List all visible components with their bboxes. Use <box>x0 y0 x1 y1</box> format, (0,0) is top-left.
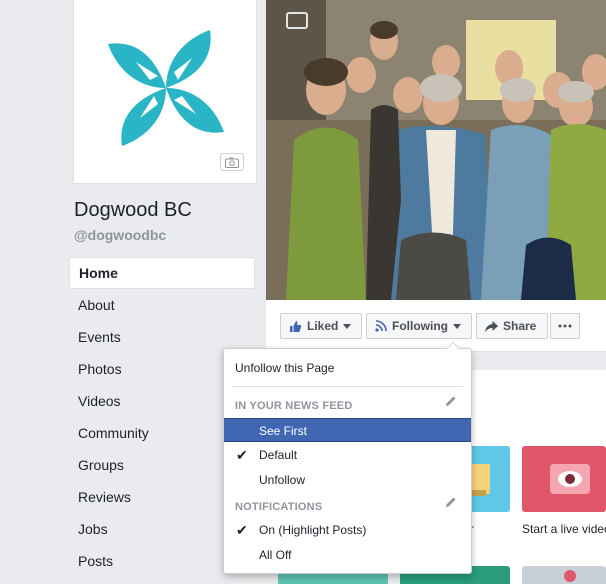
pencil-icon[interactable] <box>445 496 457 508</box>
notifications-section-header: NOTIFICATIONS <box>235 501 323 513</box>
menu-item-label: See First <box>259 424 308 438</box>
map-pin-icon <box>564 570 576 582</box>
menu-item-label: Unfollow this Page <box>235 361 335 375</box>
camera-icon[interactable] <box>286 12 308 29</box>
dogwood-logo <box>108 30 224 146</box>
camera-icon[interactable] <box>220 153 244 171</box>
see-first-item[interactable]: See First <box>224 418 471 442</box>
share-arrow-icon <box>485 320 498 332</box>
sidebar-item-about[interactable]: About <box>69 289 255 321</box>
page-handle[interactable]: @dogwoodbc <box>74 227 166 243</box>
default-item[interactable]: ✔ Default <box>224 443 471 467</box>
following-label: Following <box>392 319 448 333</box>
following-dropdown-menu: Unfollow this Page IN YOUR NEWS FEED See… <box>223 342 472 574</box>
chevron-down-icon <box>453 323 461 329</box>
sidebar-item-home[interactable]: Home <box>69 257 255 289</box>
liked-button[interactable]: Liked <box>280 313 362 339</box>
menu-item-label: Default <box>259 448 298 462</box>
ellipsis-icon <box>558 324 572 328</box>
notifications-all-off-item[interactable]: All Off <box>224 543 471 567</box>
menu-item-label: All Off <box>259 548 292 562</box>
menu-item-label: Unfollow <box>259 473 306 487</box>
profile-picture[interactable] <box>73 0 257 184</box>
video-camera-icon <box>550 464 590 494</box>
cover-photo[interactable] <box>266 0 606 300</box>
menu-divider <box>232 386 463 387</box>
unfollow-item[interactable]: Unfollow <box>224 468 471 492</box>
following-button[interactable]: Following <box>366 313 472 339</box>
page-title[interactable]: Dogwood BC <box>74 199 192 222</box>
menu-item-label: On (Highlight Posts) <box>259 523 367 537</box>
group-photo-illustration <box>266 0 606 300</box>
content-tile[interactable] <box>522 566 606 584</box>
more-options-button[interactable] <box>550 313 580 339</box>
pencil-icon[interactable] <box>445 395 457 407</box>
checkmark-icon: ✔ <box>236 522 248 538</box>
chevron-down-icon <box>343 323 352 329</box>
share-label: Share <box>503 319 537 333</box>
live-video-caption[interactable]: Start a live video <box>522 522 606 536</box>
notifications-on-item[interactable]: ✔ On (Highlight Posts) <box>224 518 471 542</box>
thumbs-up-icon <box>290 320 302 332</box>
rss-icon <box>375 320 387 332</box>
unfollow-page-item[interactable]: Unfollow this Page <box>224 355 471 381</box>
live-video-tile[interactable] <box>522 446 606 512</box>
news-feed-section-header: IN YOUR NEWS FEED <box>235 400 353 412</box>
page-action-bar: Liked Following Share <box>266 300 606 352</box>
checkmark-icon: ✔ <box>236 447 248 463</box>
liked-label: Liked <box>307 319 339 333</box>
share-button[interactable]: Share <box>476 313 548 339</box>
